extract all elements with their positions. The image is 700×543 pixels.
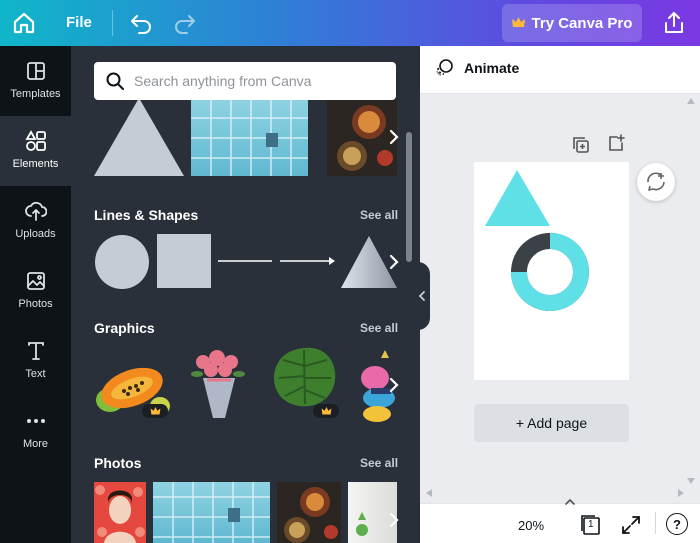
arrow-line-shape[interactable] — [279, 254, 337, 268]
add-page-icon[interactable] — [606, 133, 626, 153]
section-title-graphics: Graphics — [94, 320, 155, 336]
redo-icon[interactable] — [172, 10, 198, 36]
more-icon — [26, 419, 45, 423]
comment-plus-icon — [647, 172, 665, 191]
sidebar-item-label: Templates — [10, 88, 61, 100]
templates-icon — [26, 62, 45, 80]
sidebar-item-templates[interactable]: Templates — [0, 46, 71, 116]
chevron-right-icon[interactable] — [383, 509, 405, 531]
canvas-horizontal-scrollbar[interactable] — [424, 488, 686, 498]
section-title-lines-shapes: Lines & Shapes — [94, 207, 199, 223]
sidebar-item-label: More — [22, 438, 49, 450]
duplicate-page-icon[interactable] — [571, 135, 591, 155]
woman-flowers-photo[interactable] — [94, 482, 146, 543]
pool-photo-thumbnail[interactable] — [191, 98, 308, 176]
sidebar-item-label: Photos — [18, 298, 53, 310]
share-icon[interactable] — [660, 9, 688, 37]
file-menu[interactable]: File — [66, 14, 92, 31]
triangle-shape-thumbnail[interactable] — [94, 98, 184, 176]
chevron-right-icon[interactable] — [383, 126, 405, 148]
divider — [655, 512, 656, 534]
square-shape[interactable] — [157, 234, 211, 288]
sidebar-item-label: Elements — [12, 158, 59, 170]
crown-icon — [321, 406, 331, 414]
add-comment-button[interactable] — [637, 163, 675, 201]
try-canva-pro-button[interactable]: Try Canva Pro — [502, 4, 642, 42]
sidebar-item-label: Uploads — [15, 228, 56, 240]
sidebar: Templates Elements Uploads Photos Text M… — [0, 46, 71, 543]
canvas-vertical-scrollbar[interactable] — [686, 96, 696, 486]
bottom-bar — [420, 498, 700, 543]
panel-scrollbar[interactable] — [406, 132, 412, 262]
sidebar-item-photos[interactable]: Photos — [0, 256, 71, 326]
text-icon — [27, 342, 44, 360]
undo-icon[interactable] — [128, 10, 154, 36]
pool-photo[interactable] — [153, 482, 270, 543]
search-input[interactable] — [134, 73, 374, 89]
search-bar[interactable] — [94, 62, 396, 100]
search-icon — [106, 72, 124, 90]
flower-bouquet-graphic[interactable] — [189, 348, 249, 424]
chevron-right-icon[interactable] — [383, 251, 405, 273]
page-count: 1 — [588, 519, 594, 530]
line-shape[interactable] — [217, 256, 273, 266]
animate-icon — [436, 59, 453, 76]
pro-badge — [142, 404, 168, 418]
see-all-graphics-link[interactable]: See all — [360, 321, 398, 335]
home-icon[interactable] — [10, 9, 38, 37]
crown-icon — [511, 17, 525, 27]
sidebar-item-label: Text — [25, 368, 46, 380]
animate-label: Animate — [464, 60, 520, 76]
zoom-level[interactable]: 20% — [518, 518, 544, 533]
elements-panel: Lines & Shapes See all Graphics See all — [71, 46, 420, 543]
food-photo[interactable] — [277, 482, 341, 543]
animate-button[interactable]: Animate — [434, 58, 519, 78]
sidebar-item-more[interactable]: More — [0, 396, 71, 466]
fullscreen-icon[interactable] — [620, 514, 642, 536]
add-page-button[interactable]: + Add page — [474, 404, 629, 442]
uploads-icon — [24, 201, 47, 221]
collapse-panel-button[interactable] — [414, 262, 430, 330]
try-canva-pro-label: Try Canva Pro — [531, 14, 633, 32]
top-bar: File Try Canva Pro — [0, 0, 700, 46]
pro-badge — [313, 404, 339, 418]
monstera-leaf-graphic[interactable] — [269, 346, 339, 410]
help-button[interactable]: ? — [666, 513, 688, 535]
triangle-element — [485, 170, 550, 226]
photos-icon — [26, 272, 45, 290]
crown-icon — [150, 406, 160, 414]
see-all-photos-link[interactable]: See all — [360, 456, 398, 470]
sidebar-item-elements[interactable]: Elements — [0, 116, 71, 186]
chevron-left-icon — [418, 291, 425, 301]
design-page[interactable] — [474, 162, 629, 380]
section-title-photos: Photos — [94, 455, 142, 471]
page-count-button[interactable]: 1 — [580, 514, 602, 536]
sidebar-item-uploads[interactable]: Uploads — [0, 186, 71, 256]
chevron-right-icon[interactable] — [383, 374, 405, 396]
divider — [112, 10, 113, 36]
show-pages-chevron-icon[interactable] — [560, 498, 580, 508]
circle-shape[interactable] — [94, 234, 150, 290]
see-all-lines-shapes-link[interactable]: See all — [360, 208, 398, 222]
page-content — [485, 170, 589, 311]
sidebar-item-text[interactable]: Text — [0, 326, 71, 396]
elements-icon — [24, 130, 46, 151]
